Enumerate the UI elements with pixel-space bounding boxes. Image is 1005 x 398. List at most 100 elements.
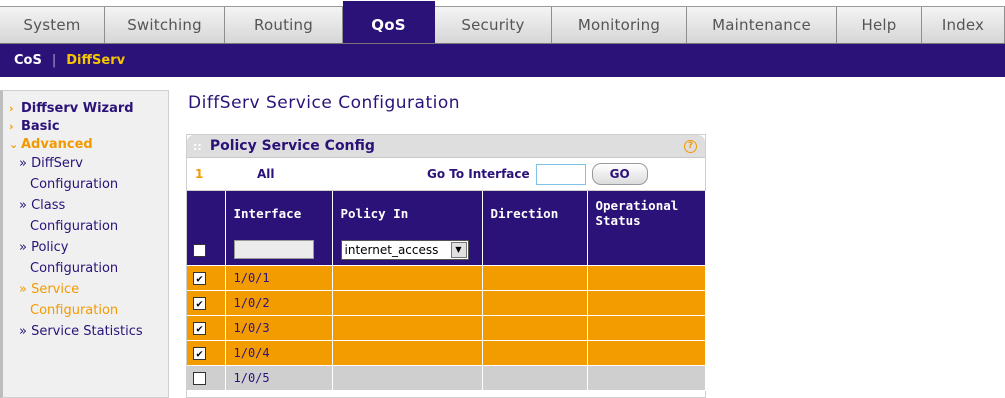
panel-title: Policy Service Config <box>209 138 375 154</box>
row-checkbox-cell <box>187 365 226 391</box>
sidebar-item-diffserv-wizard[interactable]: › Diffserv Wizard <box>9 99 168 117</box>
subnav-separator: | <box>51 53 57 68</box>
sidebar-item-class-configuration[interactable]: » Class Configuration <box>9 195 168 237</box>
sidebar-sub-label-cont: Configuration <box>30 219 119 234</box>
sidebar-item-label: Basic <box>21 118 60 134</box>
select-all-header <box>187 191 226 235</box>
main-tabs: System Switching Routing QoS Security Mo… <box>0 1 1005 44</box>
table-header-row: Interface Policy In Direction Operationa… <box>187 191 706 235</box>
policy-in-select-value: internet_access <box>344 242 439 257</box>
status-cell <box>587 315 706 341</box>
sidebar-item-service-statistics[interactable]: » Service Statistics <box>9 321 168 342</box>
sidebar-sub-label-cont: Configuration <box>30 303 119 318</box>
row-checkbox[interactable]: ✔ <box>193 271 206 285</box>
checkmark-icon: ✔ <box>196 321 203 335</box>
policy-cell <box>332 265 483 291</box>
subnav-item-diffserv[interactable]: DiffServ <box>66 53 125 68</box>
direction-cell <box>482 340 588 366</box>
help-icon[interactable]: ? <box>684 139 697 153</box>
edit-row-direction-cell <box>482 235 588 266</box>
edit-row-interface-cell <box>225 235 333 266</box>
edit-row-checkbox[interactable] <box>193 243 206 257</box>
policy-service-config-panel: :: Policy Service Config ? 1 All Go To I… <box>186 134 706 398</box>
column-header-interface: Interface <box>225 191 333 235</box>
table-row[interactable]: ✔ 1/0/3 <box>187 315 706 341</box>
row-checkbox[interactable] <box>193 371 206 385</box>
grip-icon: :: <box>193 139 202 153</box>
panel-header: :: Policy Service Config ? <box>187 135 705 158</box>
sidebar-item-basic[interactable]: › Basic <box>9 117 168 135</box>
chevron-right-icon: › <box>9 119 14 133</box>
column-header-operational-status: Operational Status <box>587 191 706 235</box>
sidebar-sub-label-cont: Configuration <box>30 261 119 276</box>
edit-row-status-cell <box>587 235 706 266</box>
chevron-right-icon: › <box>9 101 14 115</box>
direction-cell <box>482 365 588 391</box>
column-header-policy-in: Policy In <box>332 191 483 235</box>
tab-help[interactable]: Help <box>837 7 922 43</box>
status-cell <box>587 290 706 316</box>
checkmark-icon: ✔ <box>196 271 203 285</box>
chevron-down-icon: ⌄ <box>9 137 19 151</box>
sidebar-item-diffserv-configuration[interactable]: » DiffServ Configuration <box>9 153 168 195</box>
policy-cell <box>332 340 483 366</box>
row-checkbox[interactable]: ✔ <box>193 346 206 360</box>
row-checkbox-cell: ✔ <box>187 290 226 316</box>
tab-system[interactable]: System <box>0 7 105 43</box>
tab-monitoring[interactable]: Monitoring <box>552 7 687 43</box>
interface-cell: 1/0/3 <box>225 315 333 341</box>
sub-navigation: CoS | DiffServ <box>0 44 1005 77</box>
go-button[interactable]: GO <box>591 163 648 185</box>
row-checkbox[interactable]: ✔ <box>193 296 206 310</box>
page-number-link[interactable]: 1 <box>195 167 257 181</box>
tab-maintenance[interactable]: Maintenance <box>687 7 837 43</box>
edit-row: internet_access ▼ <box>187 235 706 266</box>
policy-cell <box>332 365 483 391</box>
row-checkbox-cell: ✔ <box>187 315 226 341</box>
checkmark-icon: ✔ <box>196 346 203 360</box>
status-cell <box>587 265 706 291</box>
row-checkbox[interactable]: ✔ <box>193 321 206 335</box>
policy-cell <box>332 290 483 316</box>
interface-cell: 1/0/5 <box>225 365 333 391</box>
tab-qos[interactable]: QoS <box>343 1 435 43</box>
interface-input[interactable] <box>233 240 314 260</box>
tab-index[interactable]: Index <box>922 7 1005 43</box>
sidebar-sub-label-cont: Configuration <box>30 177 119 192</box>
goto-interface-input[interactable] <box>535 163 586 185</box>
edit-row-checkbox-cell <box>187 235 226 266</box>
sidebar-item-advanced[interactable]: ⌄ Advanced <box>9 135 168 153</box>
page-title: DiffServ Service Configuration <box>188 93 461 113</box>
sidebar-sub-label: » Service Statistics <box>19 324 143 339</box>
row-checkbox-cell: ✔ <box>187 265 226 291</box>
sidebar-sub-label: » Class <box>19 198 66 213</box>
dropdown-arrow-icon[interactable]: ▼ <box>450 241 467 258</box>
sidebar-item-label: Diffserv Wizard <box>21 100 134 116</box>
subnav-item-cos[interactable]: CoS <box>14 53 42 68</box>
status-cell <box>587 340 706 366</box>
show-all-link[interactable]: All <box>257 167 427 181</box>
direction-cell <box>482 315 588 341</box>
tab-switching[interactable]: Switching <box>105 7 225 43</box>
table-row[interactable]: 1/0/5 <box>187 365 706 391</box>
direction-cell <box>482 290 588 316</box>
sidebar-sub-label: » Policy <box>19 240 69 255</box>
edit-row-policy-cell: internet_access ▼ <box>332 235 483 266</box>
policy-in-select[interactable]: internet_access ▼ <box>340 239 469 260</box>
sidebar-sub-label: » DiffServ <box>19 156 83 171</box>
interface-cell: 1/0/4 <box>225 340 333 366</box>
table-row[interactable]: ✔ 1/0/1 <box>187 265 706 291</box>
table-row[interactable]: ✔ 1/0/2 <box>187 290 706 316</box>
service-table: Interface Policy In Direction Operationa… <box>187 191 706 391</box>
interface-cell: 1/0/1 <box>225 265 333 291</box>
tab-security[interactable]: Security <box>435 7 552 43</box>
sidebar-item-service-configuration[interactable]: » Service Configuration <box>9 279 168 321</box>
tab-routing[interactable]: Routing <box>225 7 343 43</box>
row-checkbox-cell: ✔ <box>187 340 226 366</box>
table-row[interactable]: ✔ 1/0/4 <box>187 340 706 366</box>
sidebar-sub-label: » Service <box>19 282 80 297</box>
interface-cell: 1/0/2 <box>225 290 333 316</box>
status-cell <box>587 365 706 391</box>
goto-interface-label: Go To Interface <box>427 167 530 181</box>
sidebar-item-policy-configuration[interactable]: » Policy Configuration <box>9 237 168 279</box>
